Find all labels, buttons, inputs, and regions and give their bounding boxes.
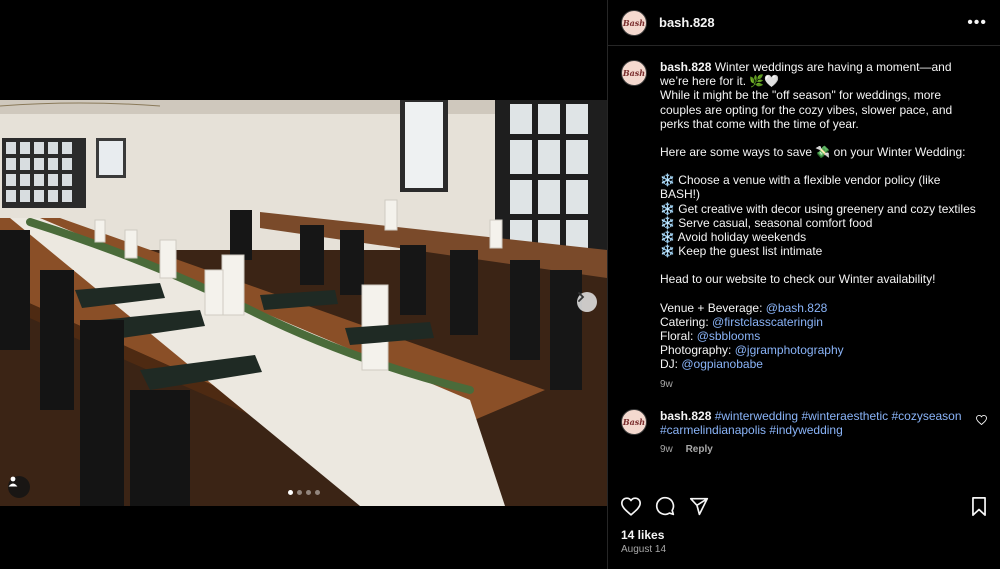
comment-icon: [655, 496, 675, 516]
comments-section: Bash bash.828 Winter weddings are having…: [608, 46, 1000, 484]
user-icon: [8, 476, 18, 487]
carousel-dot-3: [305, 490, 311, 495]
credit-label: Catering:: [660, 314, 713, 329]
bookmark-icon: [972, 496, 986, 516]
caption-avatar[interactable]: Bash: [621, 60, 647, 86]
credit-label: Floral:: [660, 329, 697, 344]
comment-username[interactable]: bash.828: [660, 409, 711, 423]
mention-link[interactable]: @firstclasscateringin: [712, 315, 823, 329]
comment-avatar[interactable]: Bash: [621, 408, 647, 435]
caption-line: While it might be the "off season" for w…: [660, 88, 953, 131]
media-pane: [0, 0, 607, 569]
mention-link[interactable]: @jgramphotography: [735, 343, 844, 357]
avatar[interactable]: Bash: [621, 9, 647, 36]
caption: Bash bash.828 Winter weddings are having…: [621, 60, 987, 392]
hashtag-link[interactable]: #carmelindianapolis #indywedding: [660, 423, 980, 437]
carousel-dot-4: [314, 490, 320, 495]
heart-icon: [976, 414, 987, 426]
reply-button[interactable]: Reply: [686, 444, 713, 455]
heart-icon: [621, 496, 641, 516]
caption-line: Head to our website to check our Winter …: [660, 272, 936, 287]
post-date[interactable]: August 14: [621, 544, 666, 555]
post-photo[interactable]: [0, 100, 607, 506]
event-tables-image: [0, 100, 607, 506]
caption-line: Here are some ways to save 💸 on your Win…: [660, 145, 966, 160]
post-author-username[interactable]: bash.828: [659, 15, 715, 30]
credit-line: Venue + Beverage: @bash.828: [660, 301, 980, 315]
caption-list-item: ❄️ Serve casual, seasonal comfort food: [660, 215, 873, 230]
comment-meta: 9w Reply: [660, 443, 980, 457]
more-horizontal-icon[interactable]: •••: [967, 14, 987, 32]
credit-line: Catering: @firstclasscateringin: [660, 315, 980, 329]
like-comment-button[interactable]: [976, 412, 987, 430]
credit-label: Photography:: [660, 343, 735, 358]
caption-list-item: ❄️ Choose a venue with a flexible vendor…: [660, 173, 941, 202]
comment: Bash bash.828 #winterwedding #winteraest…: [621, 408, 987, 458]
save-button[interactable]: [971, 496, 987, 516]
carousel-indicator: [0, 490, 607, 495]
caption-meta: 9w: [660, 378, 980, 392]
mention-link[interactable]: @sbblooms: [697, 329, 761, 343]
likes-count[interactable]: 14 likes: [621, 528, 664, 542]
caption-list-item: ❄️ Keep the guest list intimate: [660, 244, 823, 259]
caption-list-item: ❄️ Avoid holiday weekends: [660, 230, 807, 245]
credit-line: DJ: @ogpianobabe: [660, 357, 980, 371]
credit-label: Venue + Beverage:: [660, 300, 766, 315]
action-bar: [621, 494, 987, 518]
mention-link[interactable]: @bash.828: [766, 301, 828, 315]
credit-line: Photography: @jgramphotography: [660, 343, 980, 357]
credit-label: DJ:: [660, 357, 682, 372]
post-sidebar: Bash bash.828 ••• Bash bash.828 Winter w…: [607, 0, 1000, 569]
send-icon: [689, 497, 709, 515]
credit-line: Floral: @sbblooms: [660, 329, 980, 343]
chevron-right-icon: [578, 292, 585, 302]
caption-list-item: ❄️ Get creative with decor using greener…: [660, 201, 976, 216]
hashtag-link[interactable]: #winterwedding #winteraesthetic #cozysea…: [715, 409, 962, 423]
comment-button[interactable]: [655, 496, 675, 516]
post-header: Bash bash.828 •••: [608, 0, 1000, 46]
next-slide-button[interactable]: [577, 292, 597, 312]
comment-body: bash.828 #winterwedding #winteraesthetic…: [660, 409, 980, 458]
caption-time[interactable]: 9w: [660, 379, 673, 390]
like-button[interactable]: [621, 496, 641, 516]
caption-body: bash.828 Winter weddings are having a mo…: [660, 60, 980, 392]
mention-link[interactable]: @ogpianobabe: [681, 357, 763, 371]
share-button[interactable]: [689, 497, 709, 516]
carousel-dot-2: [296, 490, 302, 495]
carousel-dot-1: [287, 490, 293, 495]
caption-username[interactable]: bash.828: [660, 60, 711, 74]
comment-time[interactable]: 9w: [660, 444, 673, 455]
